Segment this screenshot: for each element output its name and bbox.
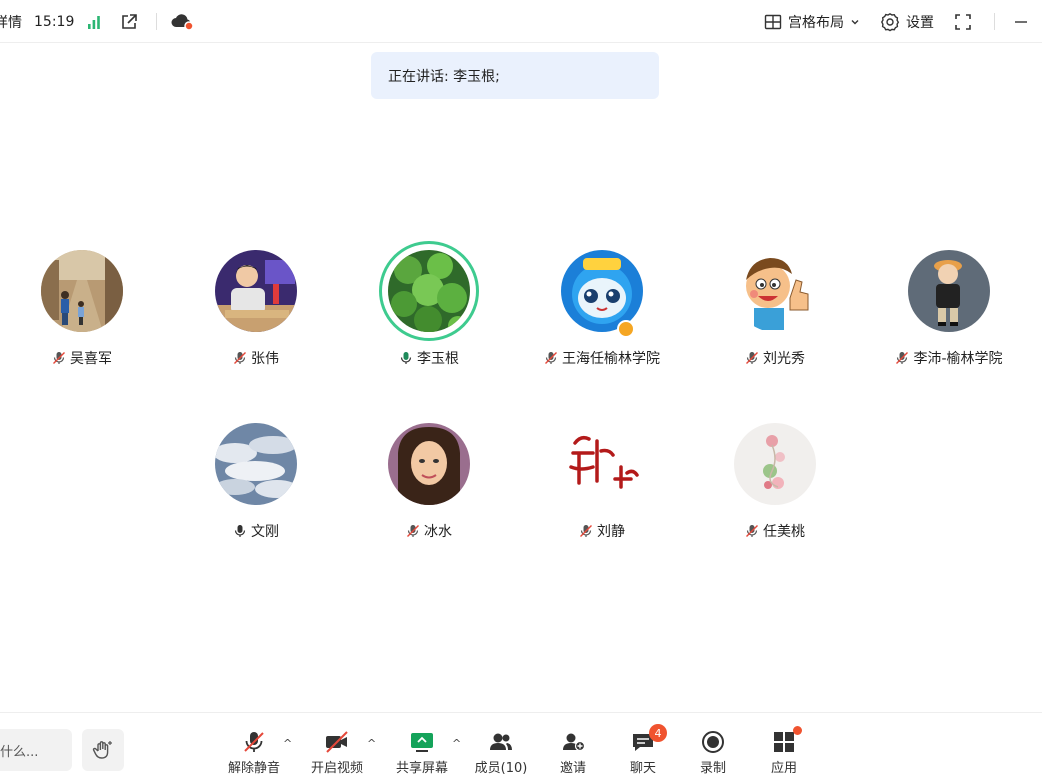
participant-name-text: 吴喜军 [70,351,112,367]
speaking-banner: 正在讲话: 李玉根; [371,52,659,99]
invite-button[interactable]: 邀请 [538,729,608,776]
avatar [388,250,470,332]
grid-layout-icon [764,14,782,29]
chat-button[interactable]: 4 聊天 [608,724,678,776]
mic-muted-icon [746,525,758,537]
mic-muted-icon [746,352,758,364]
audio-options-chevron-icon[interactable]: ^ [283,737,292,750]
participant-name: 张伟 [176,348,336,368]
participant-name-text: 任美桃 [763,524,805,540]
mic-active-icon [400,352,412,364]
avatar [215,423,297,505]
participant-name: 冰水 [349,521,509,541]
camera-off-icon [326,731,348,753]
participant-name: 吴喜军 [2,348,162,368]
participant-name-text: 刘静 [597,524,625,540]
divider [156,13,157,30]
avatar [388,423,470,505]
chat-unread-badge: 4 [649,724,667,742]
unmute-button[interactable]: 解除静音 [219,729,289,776]
layout-button[interactable]: 宫格布局 [764,0,860,43]
avatar [215,250,297,332]
participant-name: 王海任榆林学院 [522,348,682,368]
chat-label: 聊天 [629,761,656,776]
share-screen-label: 共享屏幕 [395,761,448,776]
mic-on-icon [234,525,246,537]
share-options-chevron-icon[interactable]: ^ [452,737,461,750]
divider [994,13,995,30]
members-button[interactable]: 成员(10) [466,729,536,776]
avatar [561,423,643,505]
chat-input[interactable]: 什么... [0,729,72,771]
chat-placeholder: 什么... [0,744,39,760]
participant-name: 刘光秀 [695,348,855,368]
minimize-icon[interactable] [1013,0,1029,43]
video-options-chevron-icon[interactable]: ^ [367,737,376,750]
settings-label: 设置 [906,14,934,31]
participant-name: 李沛-榆林学院 [869,348,1029,368]
settings-button[interactable]: 设置 [880,0,934,43]
avatar [41,250,123,332]
participant-name-text: 文刚 [251,524,279,540]
members-label: 成员(10) [474,761,528,776]
fullscreen-icon[interactable] [954,0,972,43]
participant-name-text: 王海任榆林学院 [562,351,660,367]
share-screen-button[interactable]: 共享屏幕 [387,729,457,776]
apps-notification-dot [793,726,802,735]
signal-icon[interactable] [86,0,102,43]
raise-hand-icon [92,741,112,759]
unmute-label: 解除静音 [227,761,280,776]
participant-name: 刘静 [522,521,682,541]
participant-name-text: 张伟 [251,351,279,367]
mic-muted-icon [53,352,65,364]
mic-muted-icon [407,525,419,537]
participant-name: 任美桃 [695,521,855,541]
mic-muted-icon [896,352,909,364]
top-bar: 详情 15:19 宫格布局 设置 [0,0,1042,43]
apps-label: 应用 [770,761,797,776]
popout-icon[interactable] [120,0,138,43]
details-link[interactable]: 详情 [0,0,22,43]
chevron-down-icon [851,19,859,24]
start-video-label: 开启视频 [310,761,363,776]
mic-muted-icon [244,732,264,752]
gear-icon [881,12,900,31]
raise-hand-button[interactable] [82,729,124,771]
participant-name-text: 李玉根 [417,351,459,367]
add-user-icon [563,733,586,752]
start-video-button[interactable]: 开启视频 [302,729,372,776]
apps-button[interactable]: 应用 [749,726,819,776]
record-button[interactable]: 录制 [678,729,748,776]
mic-muted-icon [545,352,557,364]
avatar [561,250,643,332]
host-badge-icon [617,320,635,338]
layout-label: 宫格布局 [788,14,844,31]
participant-name: 文刚 [176,521,336,541]
participant-name: 李玉根 [349,348,509,368]
invite-label: 邀请 [559,761,586,776]
avatar [734,250,816,332]
meeting-time: 15:19 [34,13,75,30]
share-screen-icon [411,733,433,752]
avatar [734,423,816,505]
members-icon [490,733,512,750]
record-icon [702,731,724,753]
speaking-text: 正在讲话: 李玉根; [388,68,500,85]
participant-name-text: 李沛-榆林学院 [913,351,1003,367]
mic-muted-icon [580,525,592,537]
bottom-toolbar: 什么... 解除静音 ^ 开启视频 ^ 共享屏幕 ^ 成员(10) 邀请 4 聊… [0,712,1042,782]
avatar [908,250,990,332]
details-label: 详情 [0,14,22,31]
cloud-record-icon[interactable] [170,0,194,43]
participant-name-text: 刘光秀 [763,351,805,367]
record-label: 录制 [699,761,726,776]
mic-muted-icon [234,352,246,364]
participant-name-text: 冰水 [424,524,452,540]
